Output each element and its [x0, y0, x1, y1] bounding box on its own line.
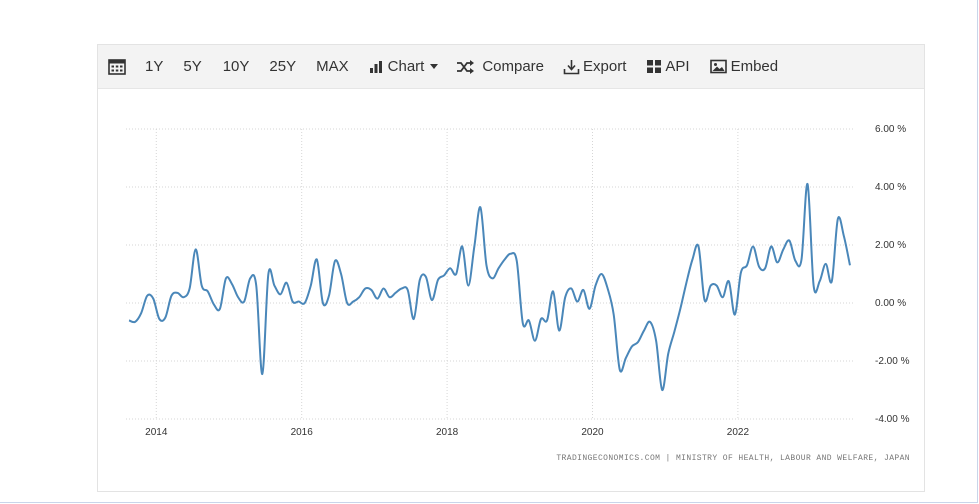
api-label: API	[665, 58, 690, 75]
range-25y-button[interactable]: 25Y	[269, 45, 296, 88]
y-tick-label: 0.00 %	[875, 298, 906, 309]
x-tick-label: 2018	[436, 427, 459, 438]
export-label: Export	[583, 58, 627, 75]
chart-type-dropdown[interactable]: Chart	[369, 45, 439, 88]
x-tick-label: 2022	[727, 427, 750, 438]
source-caption: TRADINGECONOMICS.COM | MINISTRY OF HEALT…	[556, 454, 910, 463]
image-icon	[709, 59, 727, 74]
range-max-button[interactable]: MAX	[316, 45, 349, 88]
calendar-icon	[108, 58, 126, 75]
chart-type-label: Chart	[387, 58, 425, 75]
range-10y-button[interactable]: 10Y	[223, 45, 250, 88]
y-tick-label: 2.00 %	[875, 240, 906, 251]
export-button[interactable]: Export	[563, 45, 626, 88]
series-line	[128, 183, 851, 392]
chart-panel: 1Y 5Y 10Y 25Y MAX Chart Compare Export A…	[97, 44, 925, 492]
chart-toolbar: 1Y 5Y 10Y 25Y MAX Chart Compare Export A…	[98, 45, 924, 89]
embed-label: Embed	[730, 58, 779, 75]
embed-button[interactable]: Embed	[709, 45, 779, 88]
range-5y-button[interactable]: 5Y	[183, 45, 201, 88]
compare-button[interactable]: Compare	[456, 45, 544, 88]
y-tick-label: 4.00 %	[875, 182, 906, 193]
y-tick-label: -4.00 %	[875, 414, 910, 425]
y-tick-label: -2.00 %	[875, 356, 910, 367]
api-button[interactable]: API	[646, 45, 690, 88]
x-tick-label: 2014	[145, 427, 168, 438]
calendar-button[interactable]	[108, 45, 126, 88]
chevron-down-icon	[430, 64, 439, 69]
line-chart: 6.00 % 4.00 % 2.00 % 0.00 % -2.00 % -4.00 % 20…	[126, 124, 910, 438]
shuffle-icon	[456, 59, 475, 74]
x-tick-label: 2016	[291, 427, 314, 438]
bar-chart-icon	[369, 60, 384, 74]
grid-icon	[646, 59, 662, 74]
download-icon	[563, 59, 580, 75]
range-1y-button[interactable]: 1Y	[145, 45, 163, 88]
compare-label: Compare	[482, 58, 545, 75]
x-tick-label: 2020	[581, 427, 604, 438]
y-tick-label: 6.00 %	[875, 124, 906, 135]
